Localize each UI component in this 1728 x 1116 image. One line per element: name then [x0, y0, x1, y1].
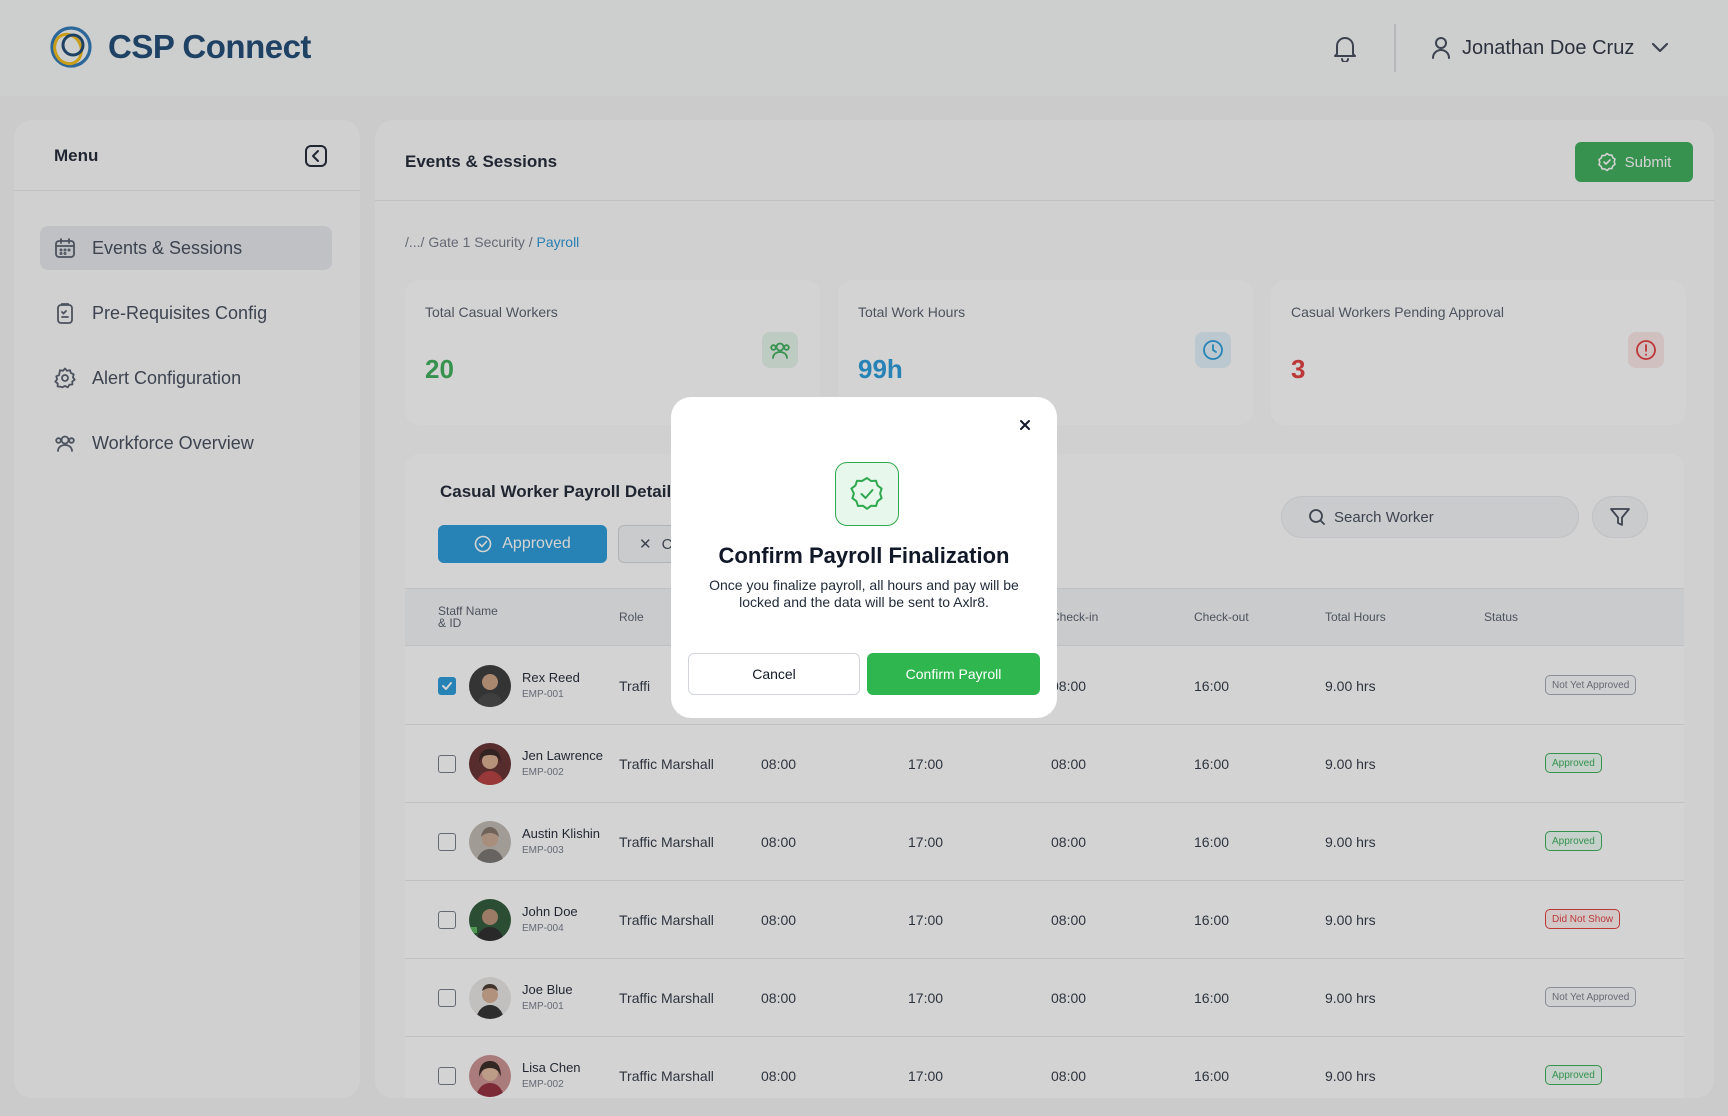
close-button[interactable]: [1015, 415, 1035, 435]
modal-description: Once you finalize payroll, all hours and…: [709, 577, 1019, 610]
confirm-payroll-button[interactable]: Confirm Payroll: [867, 653, 1040, 695]
close-icon: [1020, 420, 1030, 430]
modal-title: Confirm Payroll Finalization: [718, 543, 1010, 568]
confirm-payroll-modal: Confirm Payroll Finalization Once you fi…: [671, 397, 1057, 718]
app-root: CSP Connect Jonathan Doe Cruz Menu Event…: [0, 0, 1728, 1116]
verified-badge-icon: [835, 462, 899, 526]
cancel-button[interactable]: Cancel: [688, 653, 860, 695]
